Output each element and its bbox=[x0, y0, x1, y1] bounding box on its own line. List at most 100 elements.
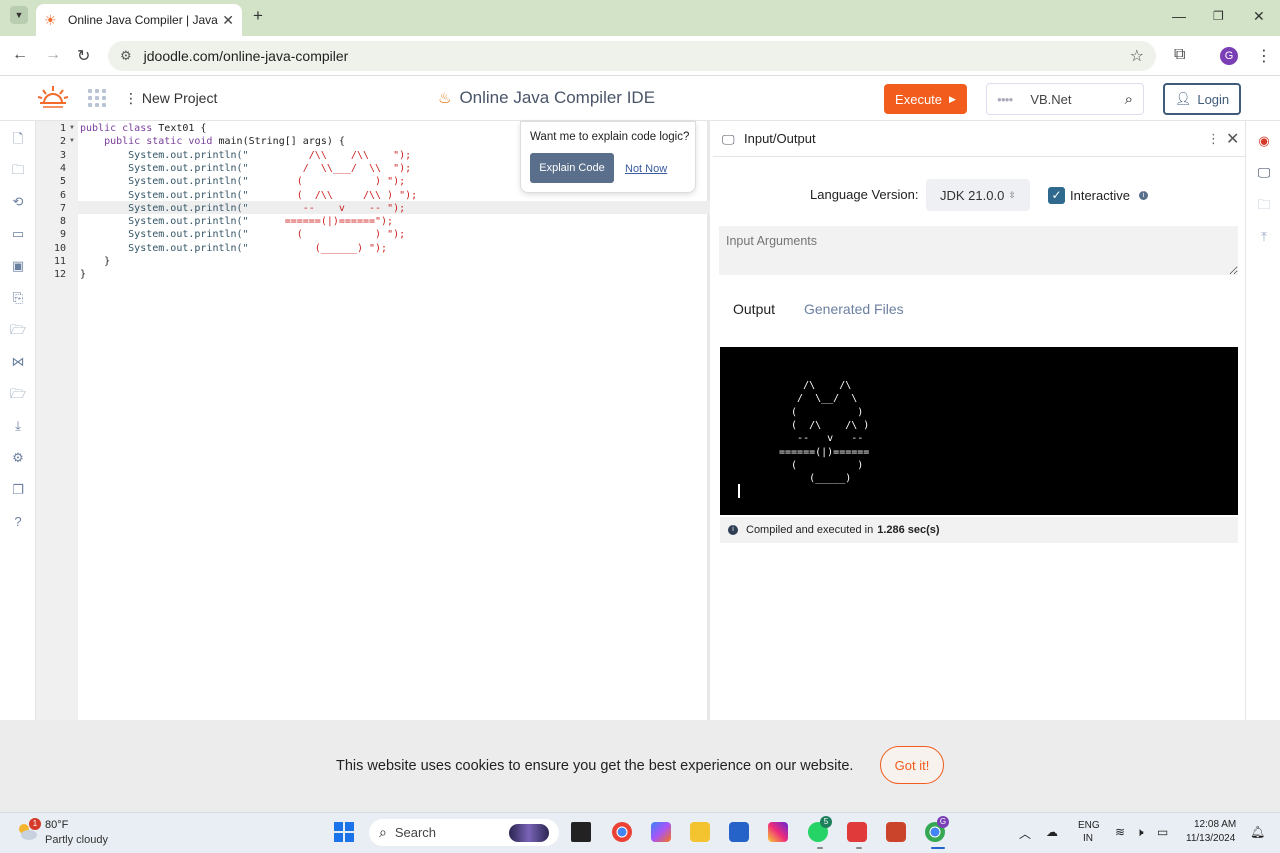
browser-tab-active[interactable]: ☀ Online Java Compiler | Java Edit ✕ bbox=[36, 4, 242, 36]
code-token: System.out.println(" bbox=[80, 149, 249, 161]
settings-gear-icon[interactable]: ⚙ bbox=[10, 450, 26, 466]
language-logo-icon: ●●●● bbox=[997, 94, 1013, 104]
save-icon[interactable]: ▣ bbox=[10, 258, 26, 274]
apps-grid-icon[interactable] bbox=[88, 89, 106, 107]
tab-list-icon[interactable]: ▼ bbox=[10, 6, 28, 24]
wps-office-icon[interactable] bbox=[847, 822, 867, 842]
text-cursor bbox=[738, 484, 740, 498]
running-indicator bbox=[856, 847, 862, 849]
chrome-icon[interactable] bbox=[612, 822, 632, 842]
select-chevron-icon: ⇳ bbox=[1008, 189, 1016, 200]
extensions-icon[interactable]: ⧉ bbox=[1174, 46, 1185, 64]
onedrive-icon[interactable]: ☁ bbox=[1046, 825, 1058, 839]
address-bar[interactable]: ⚙ jdoodle.com/online-java-compiler ☆ bbox=[108, 41, 1156, 71]
download-file-icon[interactable]: ⤓ bbox=[10, 418, 26, 434]
tab-generated-files[interactable]: Generated Files bbox=[804, 301, 904, 317]
tray-overflow-icon[interactable]: ︿ bbox=[1019, 825, 1031, 842]
output-console[interactable]: /\ /\ / \__/ \ ( ) ( /\ /\ ) -- v -- ====… bbox=[720, 347, 1238, 515]
code-token: System.out.println(" bbox=[80, 176, 249, 188]
code-token: public class bbox=[80, 123, 159, 134]
taskbar-search[interactable]: ⌕ Search bbox=[369, 819, 559, 846]
video-icon[interactable]: ▭ bbox=[10, 226, 26, 242]
input-arguments-field[interactable] bbox=[719, 226, 1238, 275]
language-search[interactable]: ●●●● VB.Net ⌕ bbox=[986, 83, 1144, 115]
battery-icon[interactable]: ▭ bbox=[1157, 825, 1168, 839]
help-icon[interactable]: ? bbox=[10, 514, 26, 530]
close-panel-icon[interactable]: ✕ bbox=[1226, 129, 1239, 149]
line-number: 11 bbox=[53, 256, 66, 267]
code-token: main(String[] args) { bbox=[218, 136, 345, 148]
line-number: 9 bbox=[59, 229, 66, 241]
copilot-icon[interactable] bbox=[651, 822, 671, 842]
io-monitor-icon[interactable]: 🖵︎ bbox=[1256, 165, 1272, 181]
history-icon[interactable]: ⟲ bbox=[10, 194, 26, 210]
jdoodle-logo-icon[interactable] bbox=[38, 85, 68, 111]
search-icon[interactable]: ⌕ bbox=[1125, 91, 1133, 108]
new-file-icon[interactable]: 🗋︎ bbox=[10, 131, 26, 147]
duplicate-icon[interactable]: ❐ bbox=[10, 482, 26, 498]
maximize-icon[interactable]: ❐ bbox=[1213, 9, 1224, 23]
forward-icon[interactable]: → bbox=[45, 46, 61, 64]
clock-time[interactable]: 12:08 AM bbox=[1194, 819, 1236, 830]
more-options-icon[interactable]: ⋮ bbox=[1207, 131, 1220, 147]
code-token: "); bbox=[387, 176, 406, 188]
code-line: System.out.println(" ( ) "); bbox=[80, 228, 405, 241]
volume-muted-icon[interactable]: 🕨︎ bbox=[1136, 825, 1144, 840]
io-panel: 🖵︎ Input/Output ⋮ ✕ Language Version: JD… bbox=[713, 121, 1245, 721]
folder-icon[interactable]: 🗀︎ bbox=[1256, 197, 1272, 213]
upload-icon[interactable]: ⤒ bbox=[1256, 229, 1272, 245]
code-line: System.out.println(" /\\ /\\ "); bbox=[80, 149, 411, 162]
share-icon[interactable]: ⋈ bbox=[10, 354, 26, 370]
profile-avatar[interactable]: G bbox=[1220, 47, 1238, 65]
windows-start-icon[interactable] bbox=[334, 822, 354, 842]
explain-code-button[interactable]: Explain Code bbox=[530, 153, 614, 183]
browser-menu-icon[interactable]: ⋮ bbox=[1256, 46, 1272, 66]
execute-label: Execute bbox=[895, 91, 943, 107]
reload-icon[interactable]: ↻ bbox=[77, 46, 90, 66]
page-title: ♨ Online Java Compiler IDE bbox=[438, 88, 655, 108]
active-indicator bbox=[931, 847, 945, 849]
fold-arrow-icon[interactable]: ▼ bbox=[69, 125, 75, 131]
folder-open-icon[interactable]: 🗁︎ bbox=[10, 386, 26, 402]
page-title-text: Online Java Compiler IDE bbox=[459, 88, 656, 107]
temperature[interactable]: 80°F bbox=[45, 819, 68, 831]
user-icon: 👤︎ bbox=[1174, 91, 1192, 106]
site-info-icon[interactable]: ⚙ bbox=[120, 48, 132, 64]
code-token: ( /\\ /\\ ) bbox=[248, 189, 400, 201]
task-view-icon[interactable] bbox=[571, 822, 591, 842]
folder-icon[interactable]: 🗀︎ bbox=[10, 162, 26, 178]
bookmark-star-icon[interactable]: ☆ bbox=[1130, 46, 1144, 66]
wifi-icon[interactable]: ≋ bbox=[1115, 825, 1125, 839]
fold-arrow-icon[interactable]: ▼ bbox=[69, 138, 75, 144]
clock-date[interactable]: 11/13/2024 bbox=[1186, 833, 1235, 844]
copy-file-icon[interactable]: ⎘ bbox=[10, 290, 26, 306]
execute-button[interactable]: Execute ▶ bbox=[884, 84, 967, 114]
ai-assistant-icon[interactable]: ◉ bbox=[1256, 133, 1272, 149]
powerpoint-icon[interactable] bbox=[886, 822, 906, 842]
back-icon[interactable]: ← bbox=[12, 46, 28, 64]
weather-condition[interactable]: Partly cloudy bbox=[45, 834, 108, 846]
store-icon[interactable] bbox=[729, 822, 749, 842]
minimize-icon[interactable]: — bbox=[1172, 8, 1186, 24]
tab-output[interactable]: Output bbox=[733, 301, 775, 317]
line-number: 12 bbox=[53, 269, 66, 281]
file-explorer-icon[interactable] bbox=[690, 822, 710, 842]
notifications-bell-icon[interactable]: 🔔︎ bbox=[1250, 825, 1265, 839]
output-line: -- v -- bbox=[779, 433, 864, 445]
info-icon[interactable]: i bbox=[1139, 191, 1148, 200]
new-tab-icon[interactable]: + bbox=[253, 6, 263, 26]
interactive-label: Interactive bbox=[1070, 188, 1130, 203]
instagram-icon[interactable] bbox=[768, 822, 788, 842]
language-version-select[interactable]: JDK 21.0.0 ⇳ bbox=[926, 179, 1030, 211]
input-language[interactable]: ENG bbox=[1078, 820, 1100, 831]
new-project-button[interactable]: ⋮ New Project bbox=[124, 90, 217, 107]
code-editor[interactable]: 1 2 3 4 5 6 7 8 9 10 11 12 ▼ ▼ public class Text01 … bbox=[36, 121, 710, 721]
interactive-checkbox[interactable]: ✓ bbox=[1048, 187, 1065, 204]
close-tab-icon[interactable]: ✕ bbox=[222, 12, 234, 29]
not-now-link[interactable]: Not Now bbox=[625, 163, 667, 175]
close-window-icon[interactable]: ✕ bbox=[1253, 8, 1265, 25]
folder-upload-icon[interactable]: 🗁︎ bbox=[10, 322, 26, 338]
got-it-button[interactable]: Got it! bbox=[880, 746, 944, 784]
login-button[interactable]: 👤︎ Login bbox=[1163, 83, 1241, 115]
input-region[interactable]: IN bbox=[1083, 833, 1093, 844]
